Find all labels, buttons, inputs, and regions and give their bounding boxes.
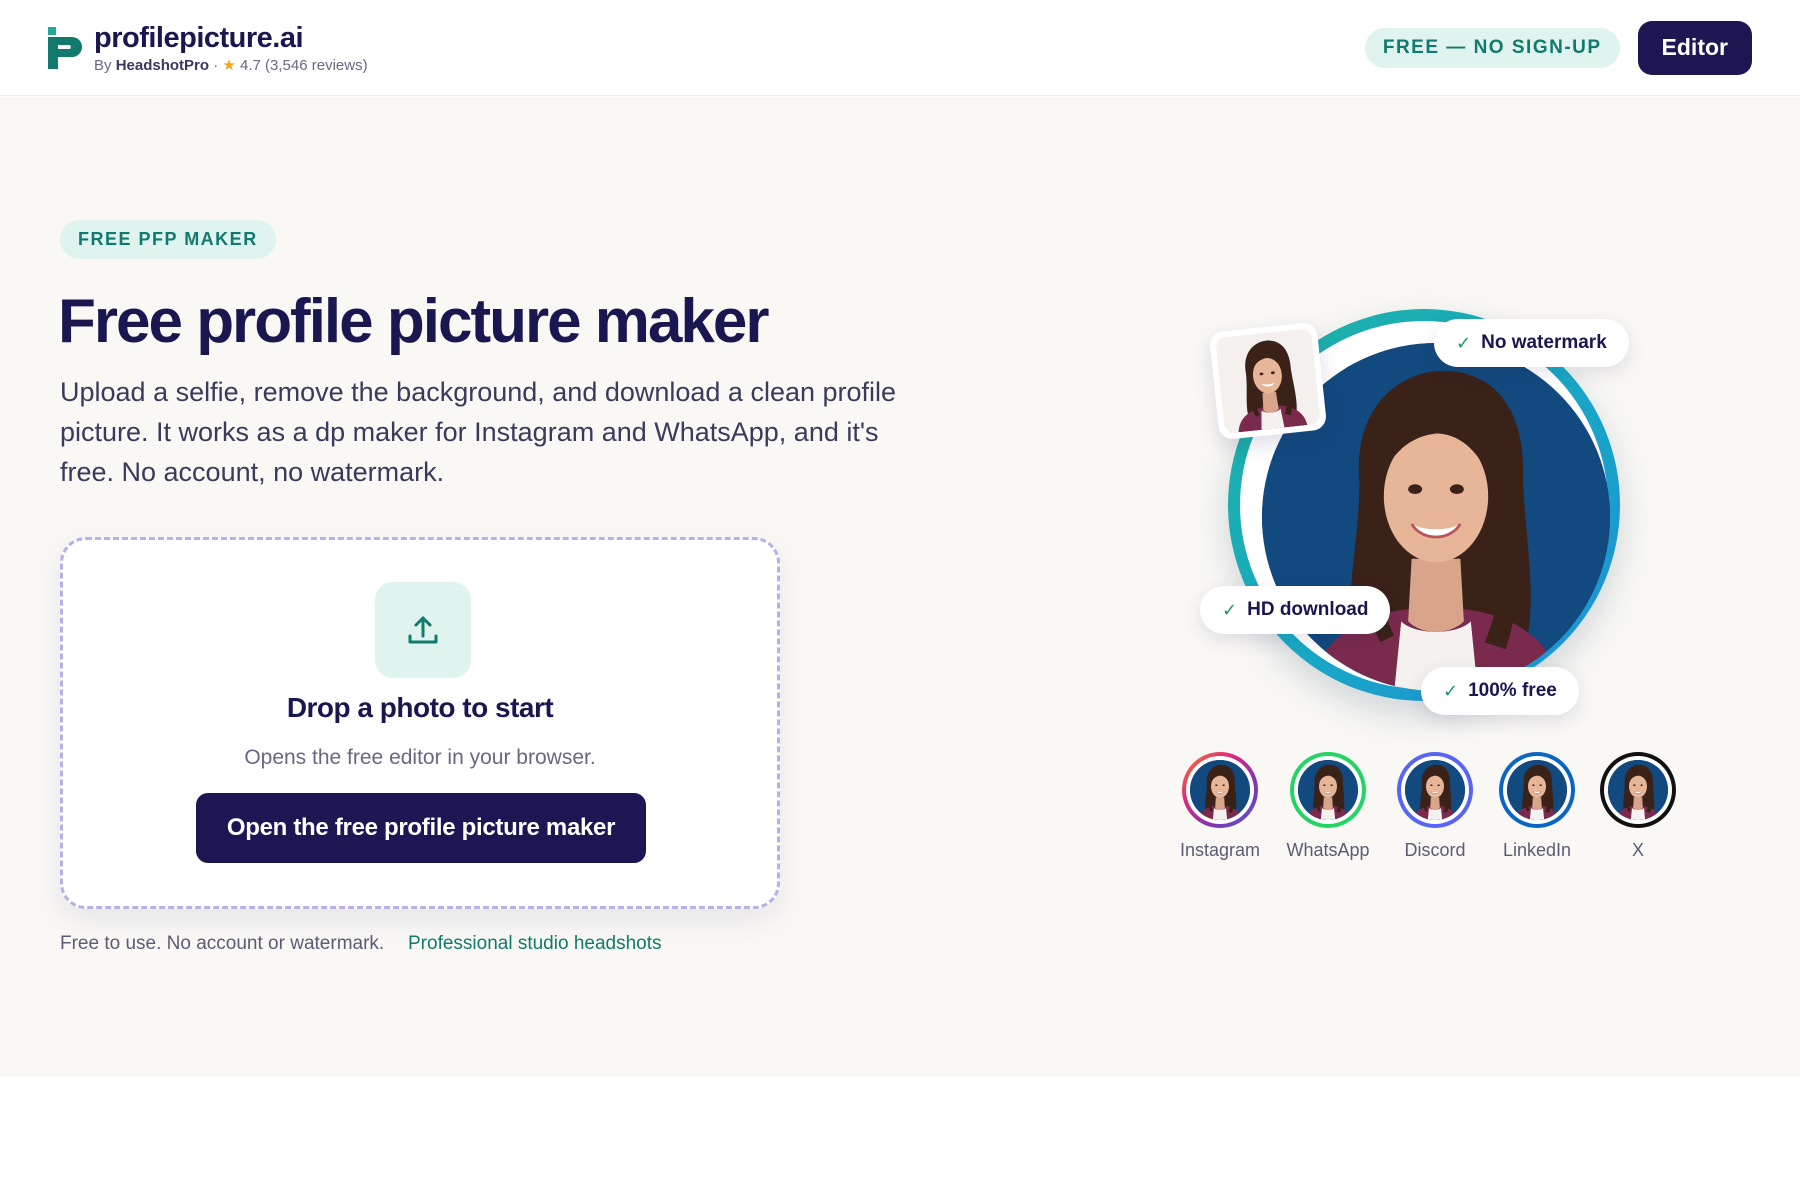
platform-whatsapp[interactable]: WhatsApp [1278,752,1378,861]
platform-linkedin[interactable]: LinkedIn [1487,752,1587,861]
chip-label: 100% free [1468,680,1557,701]
brand-logo-icon [48,26,82,69]
discord-ring [1397,752,1473,828]
no-watermark-chip: ✓ No watermark [1434,319,1629,367]
open-editor-button[interactable]: Open the free profile picture maker [196,793,646,863]
upload-subtitle: Opens the free editor in your browser. [244,746,596,769]
page-title: Free profile picture maker [58,287,769,356]
upload-dropzone[interactable]: Drop a photo to start Opens the free edi… [60,537,780,909]
check-icon: ✓ [1456,332,1472,353]
chip-label: HD download [1247,599,1369,620]
free-no-signup-pill: FREE — NO SIGN-UP [1364,27,1620,68]
free-chip: ✓ 100% free [1421,667,1579,715]
free-pfp-maker-badge: FREE PFP MAKER [60,220,276,259]
brand-name: profilepicture.ai [94,21,304,54]
linkedin-ring [1499,752,1575,828]
whatsapp-ring [1290,752,1366,828]
hero-description: Upload a selfie, remove the background, … [60,377,897,487]
platform-previews: Instagram WhatsApp Discord LinkedIn X [1170,752,1680,862]
instagram-ring [1182,752,1258,828]
studio-headshots-link[interactable]: Professional studio headshots [408,933,662,955]
hd-download-chip: ✓ HD download [1200,586,1391,634]
upload-icon [375,582,471,678]
platform-x[interactable]: X [1588,752,1688,861]
platform-instagram[interactable]: Instagram [1170,752,1270,861]
rating-text: 4.7 (3,546 reviews) [240,56,368,74]
by-prefix: By [94,56,112,74]
check-icon: ✓ [1443,680,1459,701]
original-photo-thumbnail [1208,321,1328,441]
footnote-text: Free to use. No account or watermark. [60,933,385,954]
brand[interactable]: profilepicture.ai By HeadshotPro · ★ 4.7… [48,21,368,75]
editor-button[interactable]: Editor [1637,20,1752,75]
star-icon: ★ [222,56,236,74]
x-ring [1600,752,1676,828]
hero-section: FREE PFP MAKER Free profile picture make… [0,97,1800,1077]
check-icon: ✓ [1222,599,1238,620]
upload-title: Drop a photo to start [286,692,554,723]
platform-discord[interactable]: Discord [1385,752,1485,861]
by-company: HeadshotPro [115,56,210,74]
platform-label: X [1631,840,1644,860]
chip-label: No watermark [1481,332,1607,353]
brand-byline: By HeadshotPro · ★ 4.7 (3,546 reviews) [94,56,368,74]
platform-label: WhatsApp [1286,840,1370,860]
platform-label: LinkedIn [1502,840,1572,860]
site-header: profilepicture.ai By HeadshotPro · ★ 4.7… [0,0,1800,96]
platform-label: Instagram [1179,840,1261,860]
platform-label: Discord [1404,840,1466,860]
